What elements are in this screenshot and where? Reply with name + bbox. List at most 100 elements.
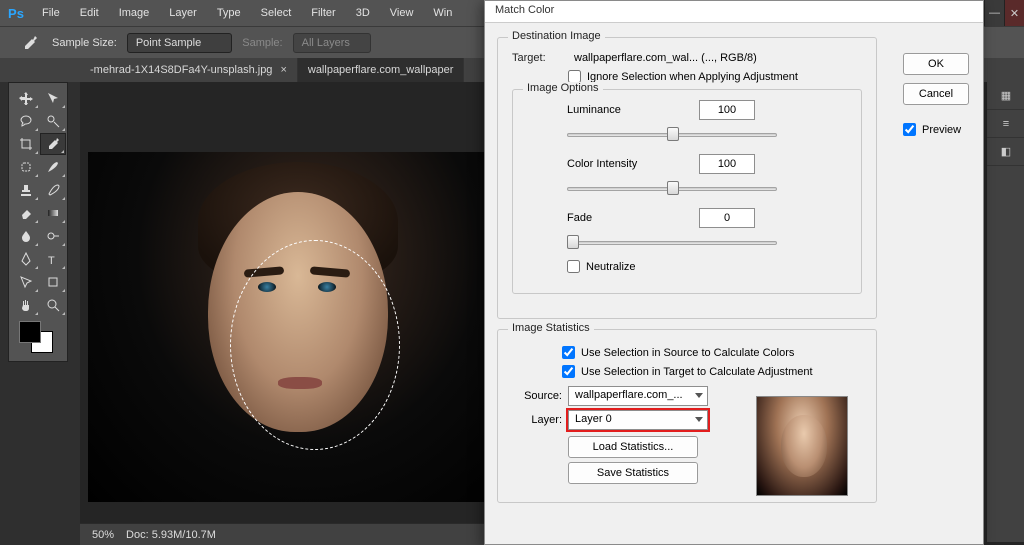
artboard-tool[interactable] bbox=[40, 87, 66, 109]
destination-image-group: Destination Image Target: wallpaperflare… bbox=[497, 37, 877, 319]
zoom-tool[interactable] bbox=[40, 294, 66, 316]
ignore-selection-checkbox[interactable]: Ignore Selection when Applying Adjustmen… bbox=[568, 70, 862, 83]
eyedropper-icon bbox=[18, 31, 42, 55]
doc-tab-2[interactable]: wallpaperflare.com_wallpaper bbox=[298, 58, 465, 82]
dodge-tool[interactable] bbox=[40, 225, 66, 247]
ok-button[interactable]: OK bbox=[903, 53, 969, 75]
source-value: wallpaperflare.com_... bbox=[575, 389, 683, 401]
luminance-input[interactable] bbox=[699, 100, 755, 120]
neutralize-checkbox[interactable]: Neutralize bbox=[567, 260, 847, 273]
ignore-selection-label: Ignore Selection when Applying Adjustmen… bbox=[587, 71, 798, 83]
use-target-label: Use Selection in Target to Calculate Adj… bbox=[581, 366, 813, 378]
intensity-slider[interactable] bbox=[567, 180, 777, 198]
close-window-button[interactable]: ✕ bbox=[1004, 0, 1024, 26]
layer-dropdown[interactable]: Layer 0 bbox=[568, 410, 708, 430]
quick-select-tool[interactable] bbox=[40, 110, 66, 132]
group-title: Destination Image bbox=[508, 30, 605, 42]
gradient-tool[interactable] bbox=[40, 202, 66, 224]
image-statistics-group: Image Statistics Use Selection in Source… bbox=[497, 329, 877, 503]
panel-icon[interactable]: ▦ bbox=[987, 82, 1024, 110]
preview-checkbox-input[interactable] bbox=[903, 123, 916, 136]
marquee-selection bbox=[230, 240, 400, 450]
foreground-swatch[interactable] bbox=[19, 321, 41, 343]
menu-view[interactable]: View bbox=[380, 0, 424, 26]
sample-dropdown: All Layers bbox=[293, 33, 371, 53]
eraser-tool[interactable] bbox=[13, 202, 39, 224]
app-logo: Ps bbox=[0, 0, 32, 26]
sample-value: All Layers bbox=[302, 37, 350, 49]
use-target-checkbox[interactable]: Use Selection in Target to Calculate Adj… bbox=[562, 365, 862, 378]
load-statistics-button[interactable]: Load Statistics... bbox=[568, 436, 698, 458]
luminance-label: Luminance bbox=[567, 104, 687, 116]
pen-tool[interactable] bbox=[13, 248, 39, 270]
move-tool[interactable] bbox=[13, 87, 39, 109]
panel-icon[interactable]: ≡ bbox=[987, 110, 1024, 138]
hand-tool[interactable] bbox=[13, 294, 39, 316]
use-source-checkbox[interactable]: Use Selection in Source to Calculate Col… bbox=[562, 346, 862, 359]
menu-file[interactable]: File bbox=[32, 0, 70, 26]
source-thumbnail bbox=[756, 396, 848, 496]
fade-slider[interactable] bbox=[567, 234, 777, 252]
menu-filter[interactable]: Filter bbox=[301, 0, 345, 26]
zoom-level[interactable]: 50% bbox=[92, 529, 114, 541]
history-brush-tool[interactable] bbox=[40, 179, 66, 201]
source-dropdown[interactable]: wallpaperflare.com_... bbox=[568, 386, 708, 406]
sample-size-dropdown[interactable]: Point Sample bbox=[127, 33, 232, 53]
path-select-tool[interactable] bbox=[13, 271, 39, 293]
stamp-tool[interactable] bbox=[13, 179, 39, 201]
tools-panel: T bbox=[8, 82, 68, 362]
healing-tool[interactable] bbox=[13, 156, 39, 178]
match-color-dialog: Match Color OK Cancel Preview Destinatio… bbox=[484, 0, 984, 545]
minimize-button[interactable]: — bbox=[984, 0, 1004, 26]
source-label: Source: bbox=[512, 390, 562, 402]
lasso-tool[interactable] bbox=[13, 110, 39, 132]
use-source-input[interactable] bbox=[562, 346, 575, 359]
menu-3d[interactable]: 3D bbox=[346, 0, 380, 26]
fade-label: Fade bbox=[567, 212, 687, 224]
menu-type[interactable]: Type bbox=[207, 0, 251, 26]
target-label: Target: bbox=[512, 52, 568, 64]
menu-image[interactable]: Image bbox=[109, 0, 160, 26]
preview-label: Preview bbox=[922, 124, 961, 136]
intensity-input[interactable] bbox=[699, 154, 755, 174]
panel-icon[interactable]: ◧ bbox=[987, 138, 1024, 166]
doc-size: Doc: 5.93M/10.7M bbox=[126, 529, 216, 541]
menu-window[interactable]: Win bbox=[423, 0, 462, 26]
preview-checkbox[interactable]: Preview bbox=[903, 123, 969, 136]
menu-edit[interactable]: Edit bbox=[70, 0, 109, 26]
menu-select[interactable]: Select bbox=[251, 0, 302, 26]
sample-size-label: Sample Size: bbox=[52, 37, 117, 49]
close-icon[interactable]: × bbox=[280, 64, 286, 76]
group-title: Image Statistics bbox=[508, 322, 594, 334]
blur-tool[interactable] bbox=[13, 225, 39, 247]
image-options-group: Image Options Luminance Color Intensity … bbox=[512, 89, 862, 294]
dialog-side-buttons: OK Cancel Preview bbox=[903, 53, 969, 142]
target-value: wallpaperflare.com_wal... (..., RGB/8) bbox=[574, 52, 757, 64]
use-target-input[interactable] bbox=[562, 365, 575, 378]
use-source-label: Use Selection in Source to Calculate Col… bbox=[581, 347, 794, 359]
dialog-title: Match Color bbox=[485, 1, 983, 23]
luminance-slider[interactable] bbox=[567, 126, 777, 144]
window-controls: — ✕ bbox=[984, 0, 1024, 26]
intensity-label: Color Intensity bbox=[567, 158, 687, 170]
neutralize-input[interactable] bbox=[567, 260, 580, 273]
doc-tab-1[interactable]: -mehrad-1X14S8DFa4Y-unsplash.jpg × bbox=[80, 58, 298, 82]
type-tool[interactable]: T bbox=[40, 248, 66, 270]
shape-tool[interactable] bbox=[40, 271, 66, 293]
svg-text:T: T bbox=[48, 255, 55, 266]
brush-tool[interactable] bbox=[40, 156, 66, 178]
right-panels: ▦ ≡ ◧ bbox=[986, 82, 1024, 542]
layer-label: Layer: bbox=[512, 414, 562, 426]
crop-tool[interactable] bbox=[13, 133, 39, 155]
menu-layer[interactable]: Layer bbox=[159, 0, 207, 26]
cancel-button[interactable]: Cancel bbox=[903, 83, 969, 105]
save-statistics-button[interactable]: Save Statistics bbox=[568, 462, 698, 484]
color-swatches[interactable] bbox=[13, 317, 66, 357]
status-bar: 50% Doc: 5.93M/10.7M bbox=[80, 523, 500, 545]
fade-input[interactable] bbox=[699, 208, 755, 228]
eyedropper-tool[interactable] bbox=[40, 133, 66, 155]
layer-value: Layer 0 bbox=[575, 413, 612, 425]
sample-label: Sample: bbox=[242, 37, 282, 49]
document-canvas[interactable] bbox=[88, 152, 490, 502]
sample-size-value: Point Sample bbox=[136, 37, 201, 49]
